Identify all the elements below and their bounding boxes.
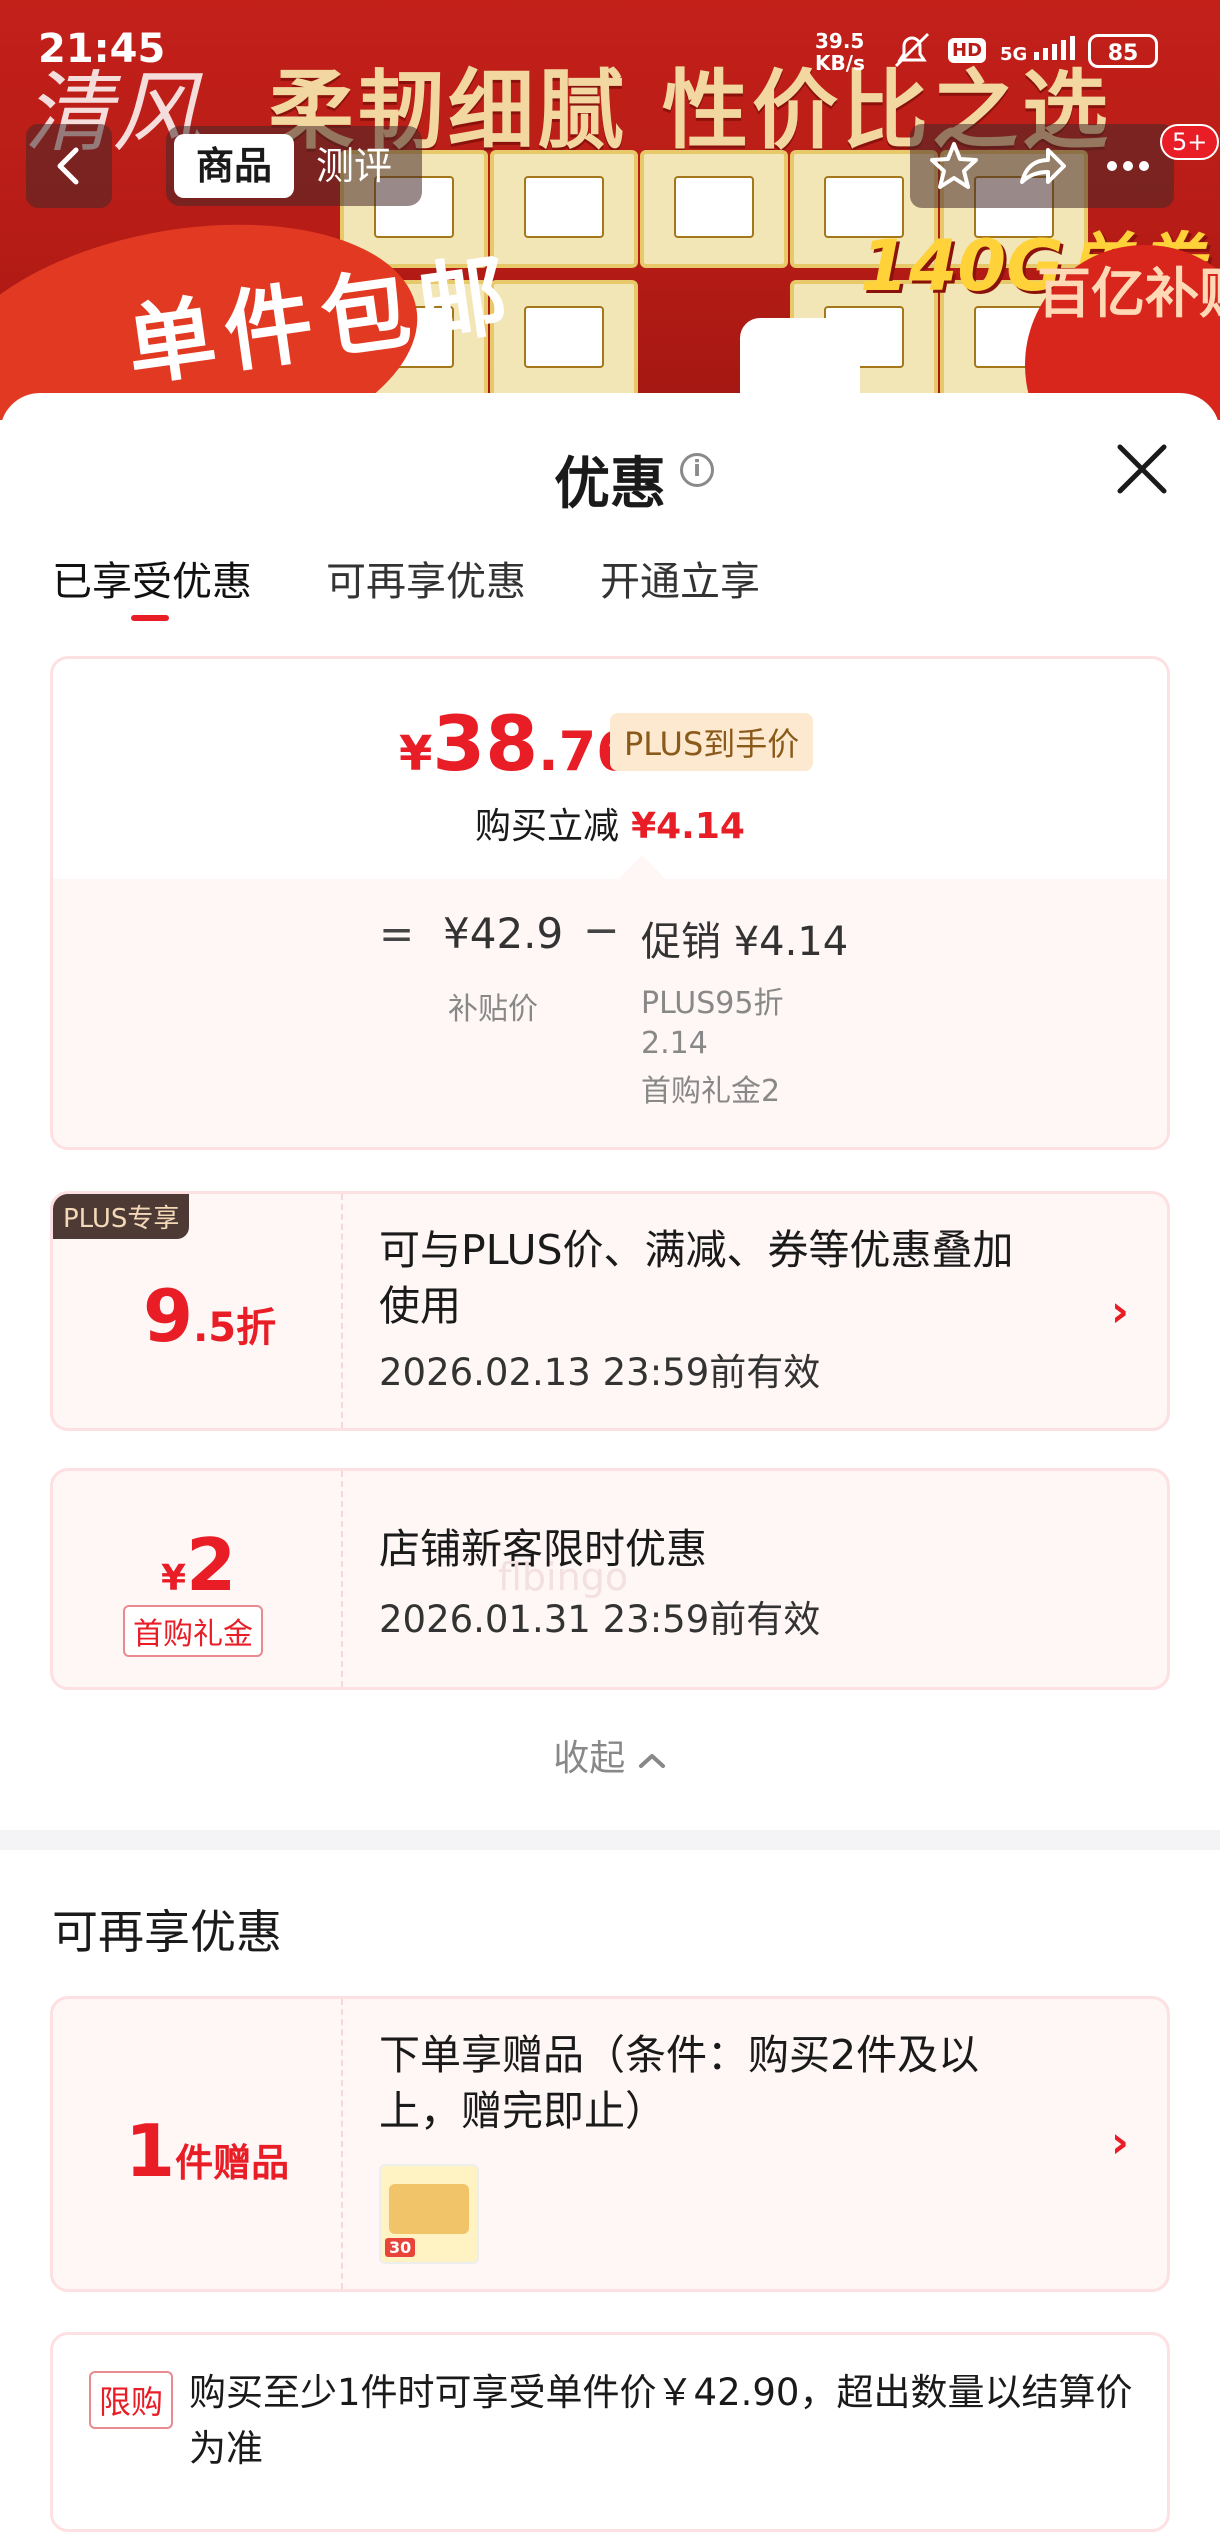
plus-price-tag: PLUS到手价 [610,713,814,771]
gift-thumbnail[interactable] [379,2164,479,2264]
cash-amount: ¥2 [161,1523,237,1607]
discount-tabs: 已享受优惠 可再享优惠 开通立享 [52,549,760,607]
chevron-right-icon: › [1110,2117,1129,2168]
back-button[interactable] [26,124,112,208]
promo-amount: 促销 ¥4.14 [641,919,849,965]
watermark: flbingo [498,1555,629,1599]
product-tab-switch: 商品 测评 [166,126,422,206]
chevron-left-icon [57,147,79,185]
tab-more-available[interactable]: 可再享优惠 [326,549,526,607]
tab-product[interactable]: 商品 [174,134,294,198]
subsidy-price: ¥42.9 [443,909,564,958]
chevron-right-icon: › [1110,1286,1129,1337]
more-icon[interactable] [1100,138,1156,194]
plus-discount-coupon[interactable]: PLUS专享 9.5折 可与PLUS价、满减、券等优惠叠加 使用 2026.02… [50,1191,1170,1431]
status-bar: 21:45 39.5 KB/s HD 5G 85 [0,0,1220,110]
net-speed: 39.5 KB/s [815,29,865,75]
final-price: ¥38.76 [399,699,634,788]
first-purchase-tag: 首购礼金 [123,1605,263,1657]
signal-icon: 5G [1000,35,1078,65]
sheet-title: 优惠 [554,452,666,517]
chevron-up-icon [638,1754,665,1768]
coupon-description: 可与PLUS价、满减、券等优惠叠加 使用 [379,1226,1014,1330]
section-title: 可再享优惠 [52,1905,282,1959]
battery-icon: 85 [1088,34,1158,68]
hd-icon: HD [948,37,987,63]
coupon-validity: 2026.02.13 23:59前有效 [379,1351,821,1394]
discount-sheet: 优惠 i 已享受优惠 可再享优惠 开通立享 ¥38.76 PLUS到手价 购买立… [0,393,1220,2532]
plus-exclusive-tag: PLUS专享 [53,1194,190,1239]
tab-activate[interactable]: 开通立享 [600,549,760,607]
star-icon[interactable] [926,138,982,194]
limit-description: 购买至少1件时可享受单件价￥42.90，超出数量以结算价为准 [189,2371,1133,2470]
gift-count: 1件赠品 [125,2109,290,2193]
mute-bell-icon [894,32,930,68]
status-time: 21:45 [38,26,166,72]
nav-actions [910,124,1174,208]
price-formula: = ¥42.9 − 促销 ¥4.14 补贴价 PLUS95折 2.14 首购礼金… [53,879,1167,1147]
promo-details: PLUS95折 2.14 首购礼金2 [641,986,784,1109]
tab-enjoyed[interactable]: 已享受优惠 [52,549,252,607]
limit-tag: 限购 [89,2371,174,2429]
tab-indicator [131,615,169,621]
discount-rate: 9.5折 [143,1274,277,1358]
gift-offer-card[interactable]: 1件赠品 下单享赠品（条件：购买2件及以 上，赠完即止） › [50,1996,1170,2292]
section-divider [0,1830,1220,1850]
info-icon[interactable]: i [680,453,714,487]
tab-review[interactable]: 测评 [316,134,392,198]
price-breakdown-card: ¥38.76 PLUS到手价 购买立减 ¥4.14 = ¥42.9 − 促销 ¥4… [50,656,1170,1150]
notification-badge: 5+ [1160,124,1220,160]
instant-reduction: 购买立减 ¥4.14 [475,806,745,847]
subsidy-price-label: 补贴价 [448,992,538,1027]
collapse-button[interactable]: 收起 [0,1729,1220,1781]
purchase-limit-card: 限购 购买至少1件时可享受单件价￥42.90，超出数量以结算价为准 [50,2332,1170,2532]
gift-description: 下单享赠品（条件：购买2件及以 上，赠完即止） [379,2031,980,2135]
share-icon[interactable] [1014,138,1070,194]
close-icon[interactable] [1112,439,1172,499]
